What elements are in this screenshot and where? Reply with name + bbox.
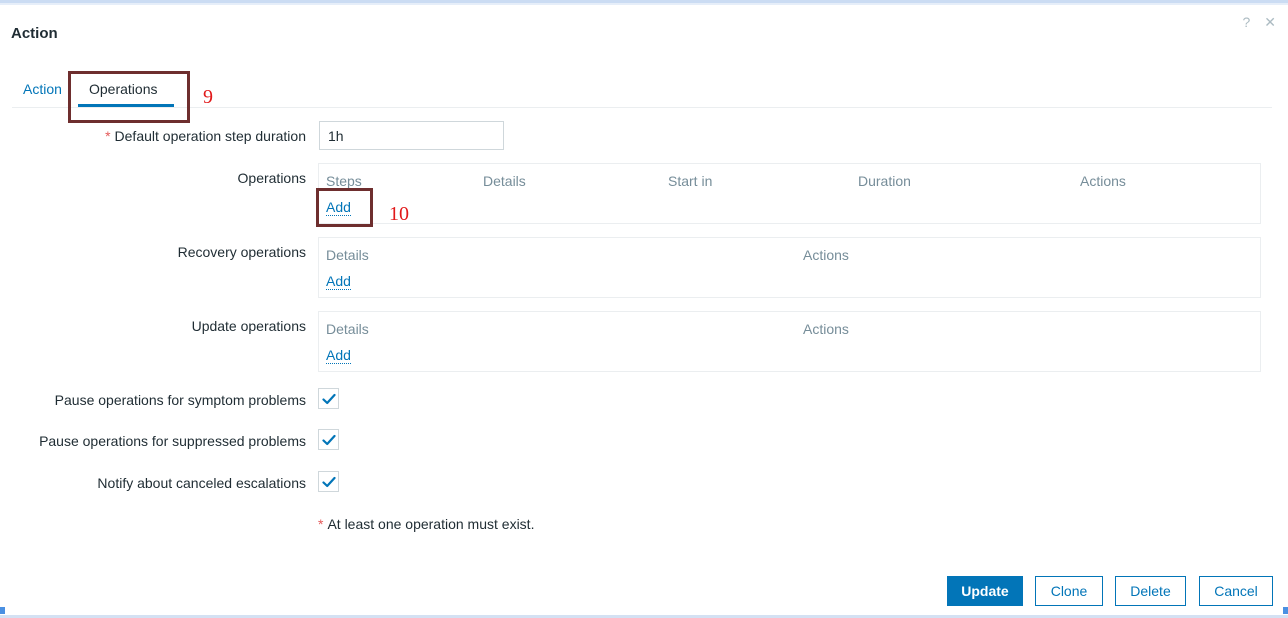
- notify-canceled-checkbox[interactable]: [318, 471, 339, 492]
- step-duration-label-text: Default operation step duration: [114, 128, 306, 144]
- window-top-border: [0, 0, 1288, 5]
- checkmark-icon: [321, 434, 336, 445]
- checkmark-icon: [321, 393, 336, 404]
- operations-table: Steps Details Start in Duration Actions …: [318, 163, 1261, 224]
- pause-symptom-checkbox[interactable]: [318, 388, 339, 409]
- update-operations-table: Details Actions Add: [318, 311, 1261, 372]
- add-update-operation-link[interactable]: Add: [326, 347, 351, 364]
- step-duration-label: * Default operation step duration: [105, 128, 306, 144]
- column-header-steps: Steps: [326, 173, 362, 189]
- help-icon[interactable]: ?: [1242, 14, 1250, 31]
- recovery-operations-table: Details Actions Add: [318, 237, 1261, 298]
- required-mark: *: [318, 516, 324, 532]
- notify-canceled-label: Notify about canceled escalations: [97, 475, 306, 491]
- required-mark: *: [105, 128, 111, 144]
- tabs-divider: [12, 107, 1272, 108]
- operations-label: Operations: [237, 170, 306, 186]
- add-recovery-operation-link[interactable]: Add: [326, 273, 351, 290]
- step-duration-input[interactable]: [319, 121, 504, 150]
- dialog-header-icons: ? ✕: [1242, 14, 1276, 31]
- update-operations-label: Update operations: [191, 318, 306, 334]
- column-header-actions: Actions: [803, 321, 849, 337]
- recovery-operations-label: Recovery operations: [177, 244, 306, 260]
- clone-button[interactable]: Clone: [1035, 576, 1103, 606]
- column-header-details: Details: [326, 321, 369, 337]
- dialog-title: Action: [11, 25, 58, 42]
- checkmark-icon: [321, 476, 336, 487]
- column-header-duration: Duration: [858, 173, 911, 189]
- window-corner-left: [0, 607, 5, 614]
- column-header-details: Details: [326, 247, 369, 263]
- pause-symptom-label: Pause operations for symptom problems: [54, 392, 306, 408]
- cancel-button[interactable]: Cancel: [1199, 576, 1273, 606]
- pause-suppressed-label: Pause operations for suppressed problems: [39, 433, 306, 449]
- window-corner-right: [1283, 607, 1288, 614]
- annotation-number-tab: 9: [203, 86, 213, 108]
- annotation-box-add: [316, 188, 373, 227]
- column-header-actions: Actions: [1080, 173, 1126, 189]
- update-button[interactable]: Update: [947, 576, 1023, 606]
- required-note: * At least one operation must exist.: [318, 516, 534, 532]
- column-header-actions: Actions: [803, 247, 849, 263]
- close-icon[interactable]: ✕: [1264, 14, 1276, 31]
- annotation-number-add: 10: [389, 203, 409, 225]
- column-header-start-in: Start in: [668, 173, 713, 189]
- delete-button[interactable]: Delete: [1115, 576, 1186, 606]
- tab-action[interactable]: Action: [23, 81, 62, 97]
- column-header-details: Details: [483, 173, 526, 189]
- pause-suppressed-checkbox[interactable]: [318, 429, 339, 450]
- required-note-text: At least one operation must exist.: [327, 516, 535, 532]
- annotation-box-tab: [68, 71, 190, 123]
